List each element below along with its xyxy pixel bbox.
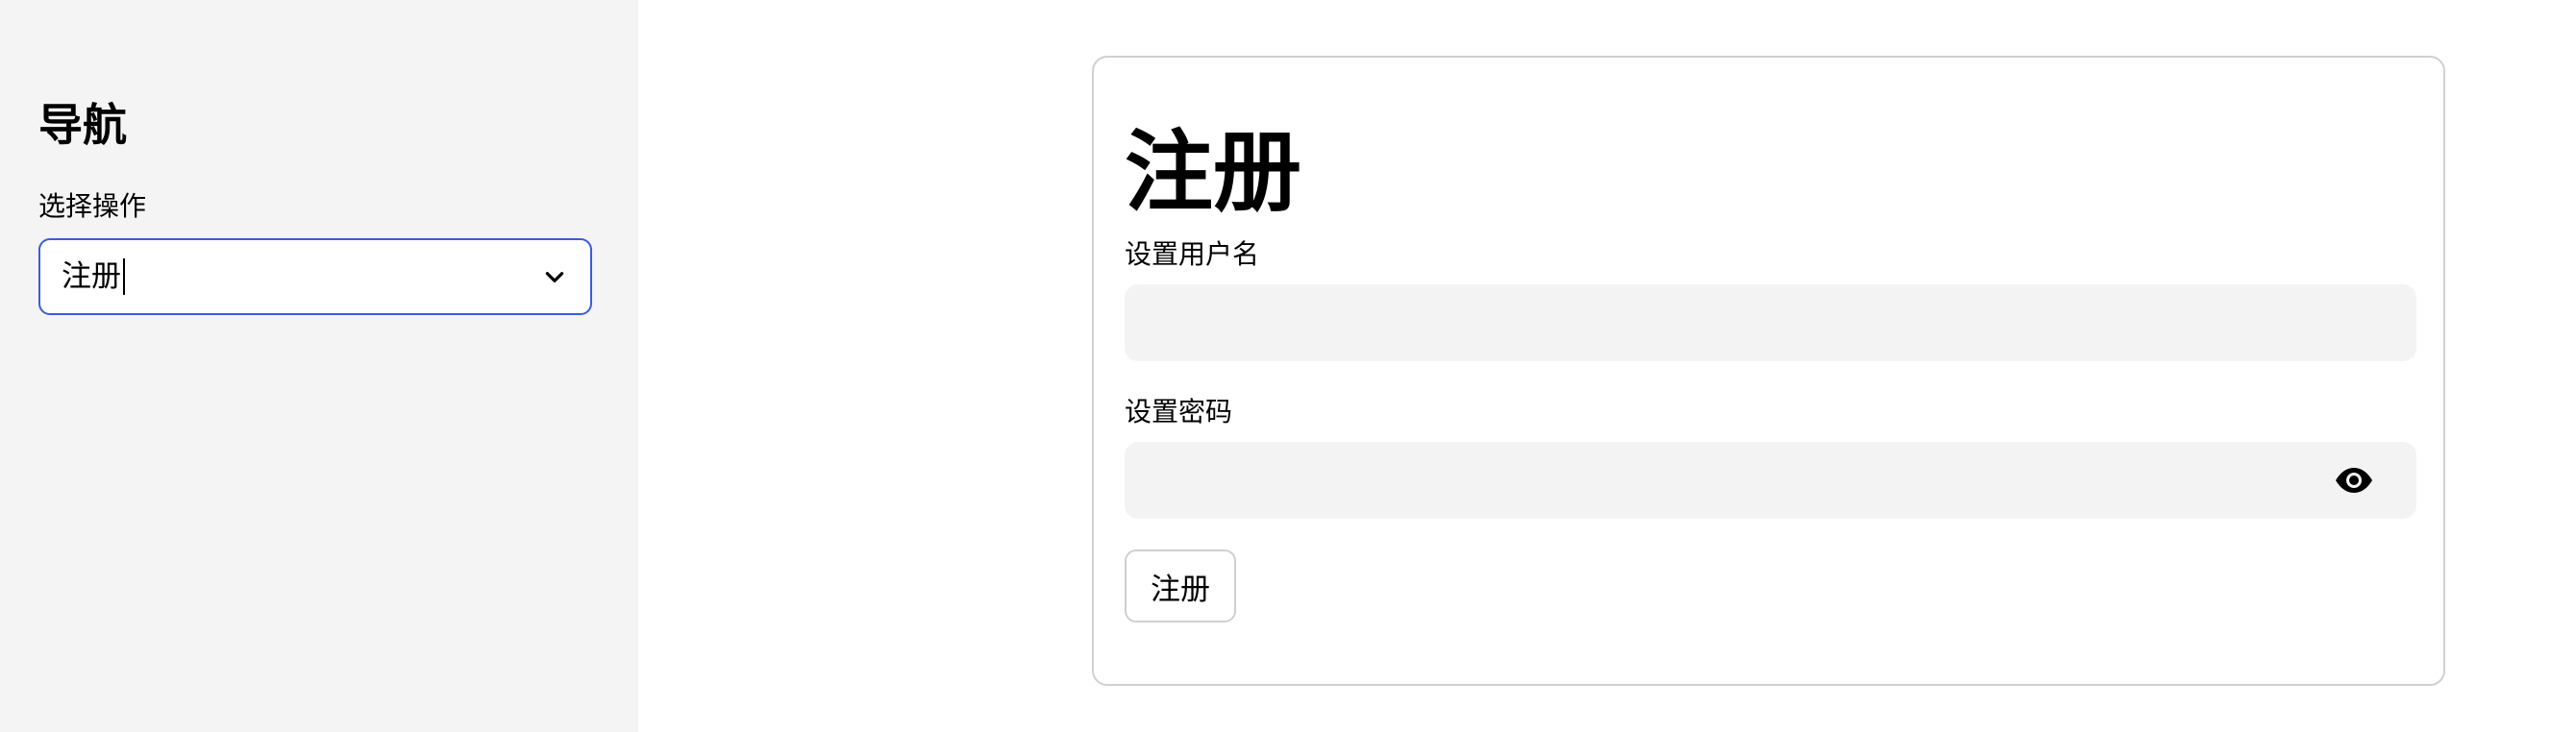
username-input[interactable] xyxy=(1125,284,2416,361)
password-input[interactable] xyxy=(1125,442,2416,519)
action-select-value: 注册 xyxy=(62,259,121,294)
register-button[interactable]: 注册 xyxy=(1125,549,1236,622)
password-label: 设置密码 xyxy=(1125,396,1233,427)
page-title: 注册 xyxy=(1125,121,1302,224)
sidebar: 导航 选择操作 注册 xyxy=(0,0,638,732)
chevron-down-icon[interactable] xyxy=(542,264,567,289)
action-select-label: 选择操作 xyxy=(38,190,147,222)
sidebar-title: 导航 xyxy=(38,99,127,151)
text-cursor xyxy=(123,258,125,295)
register-form: 注册 设置用户名 设置密码 注册 xyxy=(1092,56,2445,686)
username-label: 设置用户名 xyxy=(1125,238,1260,270)
action-select[interactable]: 注册 xyxy=(38,238,592,315)
eye-icon[interactable] xyxy=(2334,466,2374,495)
main-content: 注册 设置用户名 设置密码 注册 xyxy=(638,0,2576,732)
app: 导航 选择操作 注册 注册 设置用户名 设置密码 注册 xyxy=(0,0,2576,732)
